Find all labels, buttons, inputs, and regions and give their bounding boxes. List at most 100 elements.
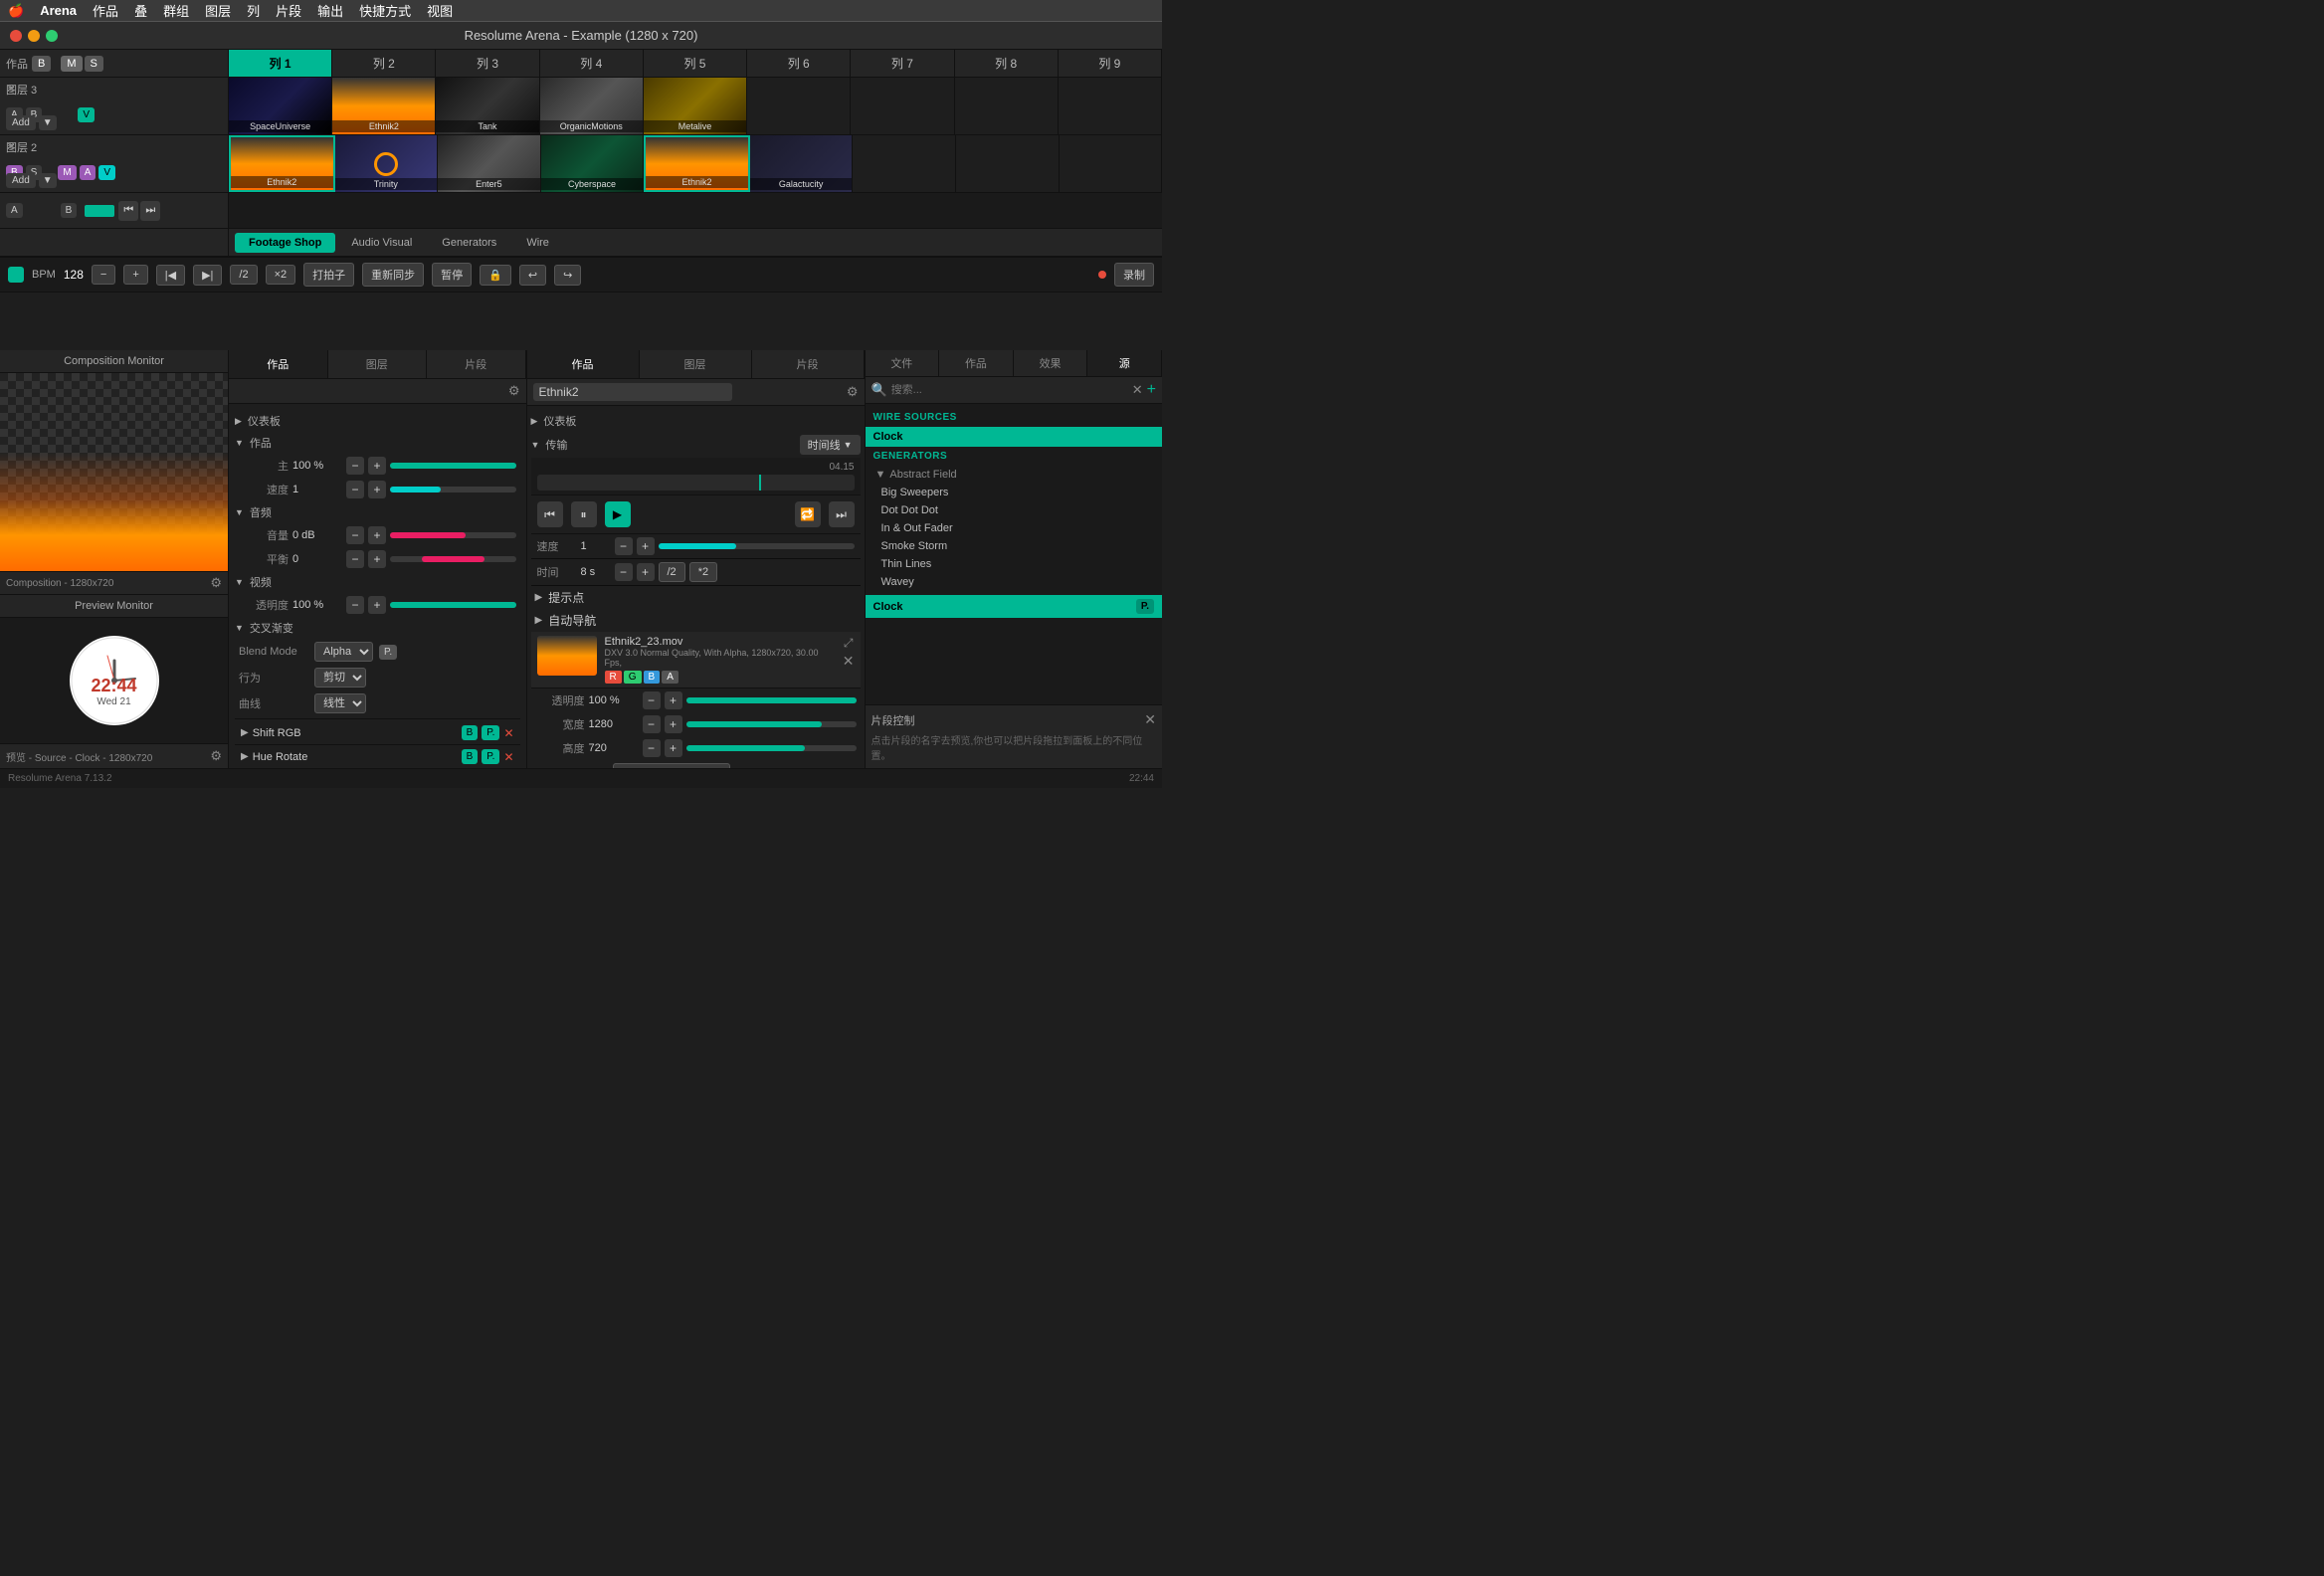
speed-plus[interactable]: + — [368, 481, 386, 498]
nav-prev[interactable]: ⏮ — [118, 201, 138, 221]
clip-dashboard-section[interactable]: ▶ 仪表板 — [531, 410, 861, 432]
abstract-field-item[interactable]: ▼ Abstract Field — [866, 466, 1163, 484]
col-header-5[interactable]: 列 5 — [644, 50, 747, 77]
source-expand[interactable]: ⤢ — [843, 636, 855, 651]
menu-layer[interactable]: 图层 — [205, 1, 231, 20]
playhead-track[interactable] — [537, 475, 855, 491]
blend-mode-select[interactable]: Alpha — [314, 642, 373, 662]
layer-2-add[interactable]: Add — [6, 173, 36, 188]
clip-cyberspace[interactable]: Cyberspace — [541, 135, 645, 192]
menu-clip[interactable]: 片段 — [276, 1, 301, 20]
curve-select[interactable]: 线性 — [314, 693, 366, 713]
col-header-7[interactable]: 列 7 — [851, 50, 954, 77]
clip-opacity-plus[interactable]: + — [665, 691, 682, 709]
clip-speed-slider[interactable] — [659, 543, 855, 549]
clip-l3-7[interactable] — [851, 78, 954, 134]
btn-s-header[interactable]: S — [85, 56, 103, 72]
master-plus[interactable]: + — [368, 457, 386, 475]
mult-2[interactable]: ×2 — [266, 265, 296, 285]
undo-btn[interactable]: ↩ — [519, 265, 546, 286]
clip-galactucity[interactable]: Galactucity — [750, 135, 854, 192]
time-mode-btn[interactable]: 时间线 ▼ — [800, 435, 861, 455]
col-header-1[interactable]: 列 1 — [229, 50, 332, 77]
hint-section[interactable]: ▶ 提示点 — [531, 586, 861, 609]
clip-opacity-slider[interactable] — [686, 697, 857, 703]
volume-slider[interactable] — [390, 532, 516, 538]
source-tab-generators[interactable]: Generators — [428, 233, 510, 253]
pb-loop[interactable]: 🔁 — [795, 501, 821, 527]
clip-l2-9[interactable] — [1060, 135, 1163, 192]
search-add-icon[interactable]: + — [1147, 381, 1156, 399]
preview-settings-gear[interactable]: ⚙ — [210, 748, 222, 764]
window-controls[interactable] — [10, 30, 58, 42]
source-search-input[interactable] — [891, 384, 1128, 396]
clip-gear[interactable]: ⚙ — [847, 384, 859, 400]
blend-p-badge[interactable]: P. — [379, 645, 397, 660]
hue-rotate-close[interactable]: ✕ — [503, 750, 513, 764]
pb-rewind[interactable]: ⏮ — [537, 501, 563, 527]
clip-speed-plus[interactable]: + — [637, 537, 655, 555]
rgb-a-btn[interactable]: A — [662, 671, 678, 684]
clip-tab-layer[interactable]: 图层 — [640, 350, 752, 378]
source-tab-footage[interactable]: Footage Shop — [235, 233, 335, 253]
clip-opacity-minus[interactable]: − — [643, 691, 661, 709]
source-tab-file[interactable]: 文件 — [866, 350, 940, 376]
volume-minus[interactable]: − — [346, 526, 364, 544]
layer-2-close[interactable]: ✕ — [6, 139, 16, 153]
comp-gear[interactable]: ⚙ — [508, 383, 520, 399]
col-header-6[interactable]: 列 6 — [747, 50, 851, 77]
in-out-fader-item[interactable]: In & Out Fader — [866, 519, 1163, 537]
source-close[interactable]: ✕ — [843, 653, 855, 670]
minimize-button[interactable] — [28, 30, 40, 42]
pb-forward[interactable]: ⏭ — [829, 501, 855, 527]
auto-nav-section[interactable]: ▶ 自动导航 — [531, 609, 861, 632]
shift-rgb-p[interactable]: P. — [482, 725, 499, 740]
smoke-storm-item[interactable]: Smoke Storm — [866, 537, 1163, 555]
clip-time-plus[interactable]: + — [637, 563, 655, 581]
clip-height-slider[interactable] — [686, 745, 857, 751]
source-tab-wire[interactable]: Wire — [512, 233, 563, 253]
rgb-b-btn[interactable]: B — [644, 671, 661, 684]
clip-l2-7[interactable] — [853, 135, 956, 192]
layer-ab-a[interactable]: A — [6, 203, 23, 218]
opacity-minus[interactable]: − — [346, 596, 364, 614]
speed-minus[interactable]: − — [346, 481, 364, 498]
thin-lines-item[interactable]: Thin Lines — [866, 555, 1163, 573]
clip-l3-6[interactable] — [747, 78, 851, 134]
record-btn[interactable]: 录制 — [1114, 263, 1154, 287]
tempo-plus[interactable]: + — [123, 265, 147, 285]
clip-l3-9[interactable] — [1059, 78, 1162, 134]
video-section[interactable]: ▼ 视频 — [235, 571, 520, 593]
clip-tank[interactable]: Tank — [436, 78, 539, 134]
clip-speed-minus[interactable]: − — [615, 537, 633, 555]
layer-3-v[interactable]: V — [78, 107, 95, 122]
comp-settings-gear[interactable]: ⚙ — [210, 575, 222, 591]
col-header-2[interactable]: 列 2 — [332, 50, 436, 77]
middle-tab-layer[interactable]: 图层 — [328, 350, 428, 378]
wire-clock-item[interactable]: Clock — [866, 427, 1163, 447]
clip-mult2[interactable]: *2 — [689, 562, 717, 582]
balance-minus[interactable]: − — [346, 550, 364, 568]
clip-ethnik2-l3[interactable]: Ethnik2 — [332, 78, 436, 134]
segment-control-close[interactable]: ✕ — [1144, 711, 1156, 728]
master-minus[interactable]: − — [346, 457, 364, 475]
balance-slider[interactable] — [390, 556, 516, 562]
pb-play[interactable]: ▶ — [605, 501, 631, 527]
source-tab-source[interactable]: 源 — [1087, 350, 1162, 376]
nav-buttons[interactable]: ⏮ ⏭ — [118, 201, 160, 221]
action-select[interactable]: 剪切 — [314, 668, 366, 688]
layer-3-close[interactable]: ✕ — [6, 82, 16, 96]
big-sweepers-item[interactable]: Big Sweepers — [866, 484, 1163, 501]
master-slider[interactable] — [390, 463, 516, 469]
col-header-4[interactable]: 列 4 — [540, 50, 644, 77]
redo-btn[interactable]: ↪ — [554, 265, 581, 286]
menu-shortcuts[interactable]: 快捷方式 — [359, 1, 411, 20]
clip-div2[interactable]: /2 — [659, 562, 685, 582]
col-header-9[interactable]: 列 9 — [1059, 50, 1162, 77]
tap-bar-end[interactable]: ▶| — [193, 265, 222, 286]
close-button[interactable] — [10, 30, 22, 42]
clip-l3-8[interactable] — [955, 78, 1059, 134]
maximize-button[interactable] — [46, 30, 58, 42]
menu-group[interactable]: 群组 — [163, 1, 189, 20]
clip-tab-clip[interactable]: 片段 — [752, 350, 865, 378]
